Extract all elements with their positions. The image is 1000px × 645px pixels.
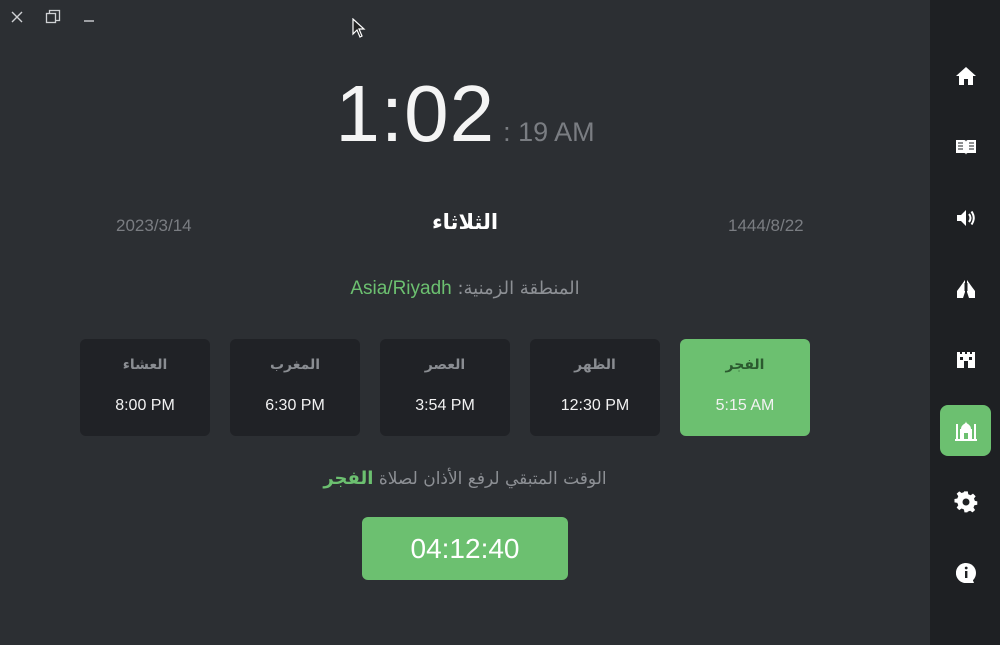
restore-icon bbox=[45, 9, 61, 24]
sidebar-item-home[interactable] bbox=[940, 50, 991, 101]
prayer-time: 12:30 PM bbox=[560, 397, 630, 414]
sidebar-item-mosque[interactable] bbox=[940, 405, 991, 456]
prayer-name: الفجر bbox=[725, 357, 765, 373]
countdown-timer: 04:12:40 bbox=[362, 517, 568, 580]
prayer-name: العشاء bbox=[122, 357, 168, 373]
mosque-icon bbox=[954, 420, 977, 441]
sidebar bbox=[930, 0, 1000, 645]
home-icon bbox=[955, 66, 976, 85]
date-row: 2023/3/14 الثلاثاء 1444/8/22 bbox=[0, 210, 930, 242]
minimize-icon bbox=[84, 20, 94, 22]
clock-seconds-ampm: : 19 AM bbox=[503, 117, 595, 147]
praying-hands-icon bbox=[956, 279, 975, 298]
hijri-date: 1444/8/22 bbox=[728, 216, 804, 235]
info-icon bbox=[955, 562, 976, 583]
prayer-time: 5:15 AM bbox=[715, 397, 775, 414]
sidebar-item-kaaba[interactable] bbox=[940, 334, 991, 385]
prayer-time: 3:54 PM bbox=[415, 397, 475, 414]
prayer-name: المغرب bbox=[269, 357, 321, 373]
remaining-label: الوقت المتبقي لرفع الأذان لصلاة bbox=[378, 469, 607, 489]
prayer-card-fajr[interactable]: الفجر 5:15 AM bbox=[680, 339, 810, 436]
next-prayer-name: الفجر bbox=[323, 468, 374, 489]
minimize-button[interactable] bbox=[80, 8, 98, 26]
close-button[interactable] bbox=[8, 8, 26, 26]
timezone: المنطقة الزمنية: Asia/Riyadh bbox=[0, 278, 930, 300]
prayer-card-isha[interactable]: العشاء 8:00 PM bbox=[80, 339, 210, 436]
prayer-name: الظهر bbox=[574, 357, 616, 373]
prayer-card-asr[interactable]: العصر 3:54 PM bbox=[380, 339, 510, 436]
prayer-name: العصر bbox=[424, 357, 466, 373]
fort-icon bbox=[956, 351, 975, 368]
timezone-value: Asia/Riyadh bbox=[350, 278, 452, 299]
sidebar-item-sound[interactable] bbox=[940, 192, 991, 243]
clock: 1:02: 19 AM bbox=[0, 68, 930, 160]
prayer-card-maghrib[interactable]: المغرب 6:30 PM bbox=[230, 339, 360, 436]
sidebar-item-dua[interactable] bbox=[940, 263, 991, 314]
mouse-cursor-icon bbox=[352, 18, 366, 38]
timezone-label: المنطقة الزمنية: bbox=[457, 278, 580, 299]
sidebar-item-settings[interactable] bbox=[940, 476, 991, 527]
next-prayer-label: الوقت المتبقي لرفع الأذان لصلاة الفجر bbox=[0, 468, 930, 489]
volume-icon bbox=[956, 209, 975, 226]
close-icon bbox=[11, 11, 23, 23]
sidebar-item-quran[interactable] bbox=[940, 121, 991, 172]
clock-hours-minutes: 1:02 bbox=[335, 69, 496, 158]
prayer-card-dhuhr[interactable]: الظهر 12:30 PM bbox=[530, 339, 660, 436]
prayer-time: 6:30 PM bbox=[265, 397, 325, 414]
prayer-times: العشاء 8:00 PM المغرب 6:30 PM العصر 3:54… bbox=[80, 339, 810, 436]
window-controls bbox=[8, 8, 98, 26]
sidebar-item-about[interactable] bbox=[940, 547, 991, 598]
prayer-time: 8:00 PM bbox=[115, 397, 175, 414]
restore-button[interactable] bbox=[44, 8, 62, 26]
book-icon bbox=[955, 139, 976, 155]
gear-icon bbox=[953, 490, 977, 512]
